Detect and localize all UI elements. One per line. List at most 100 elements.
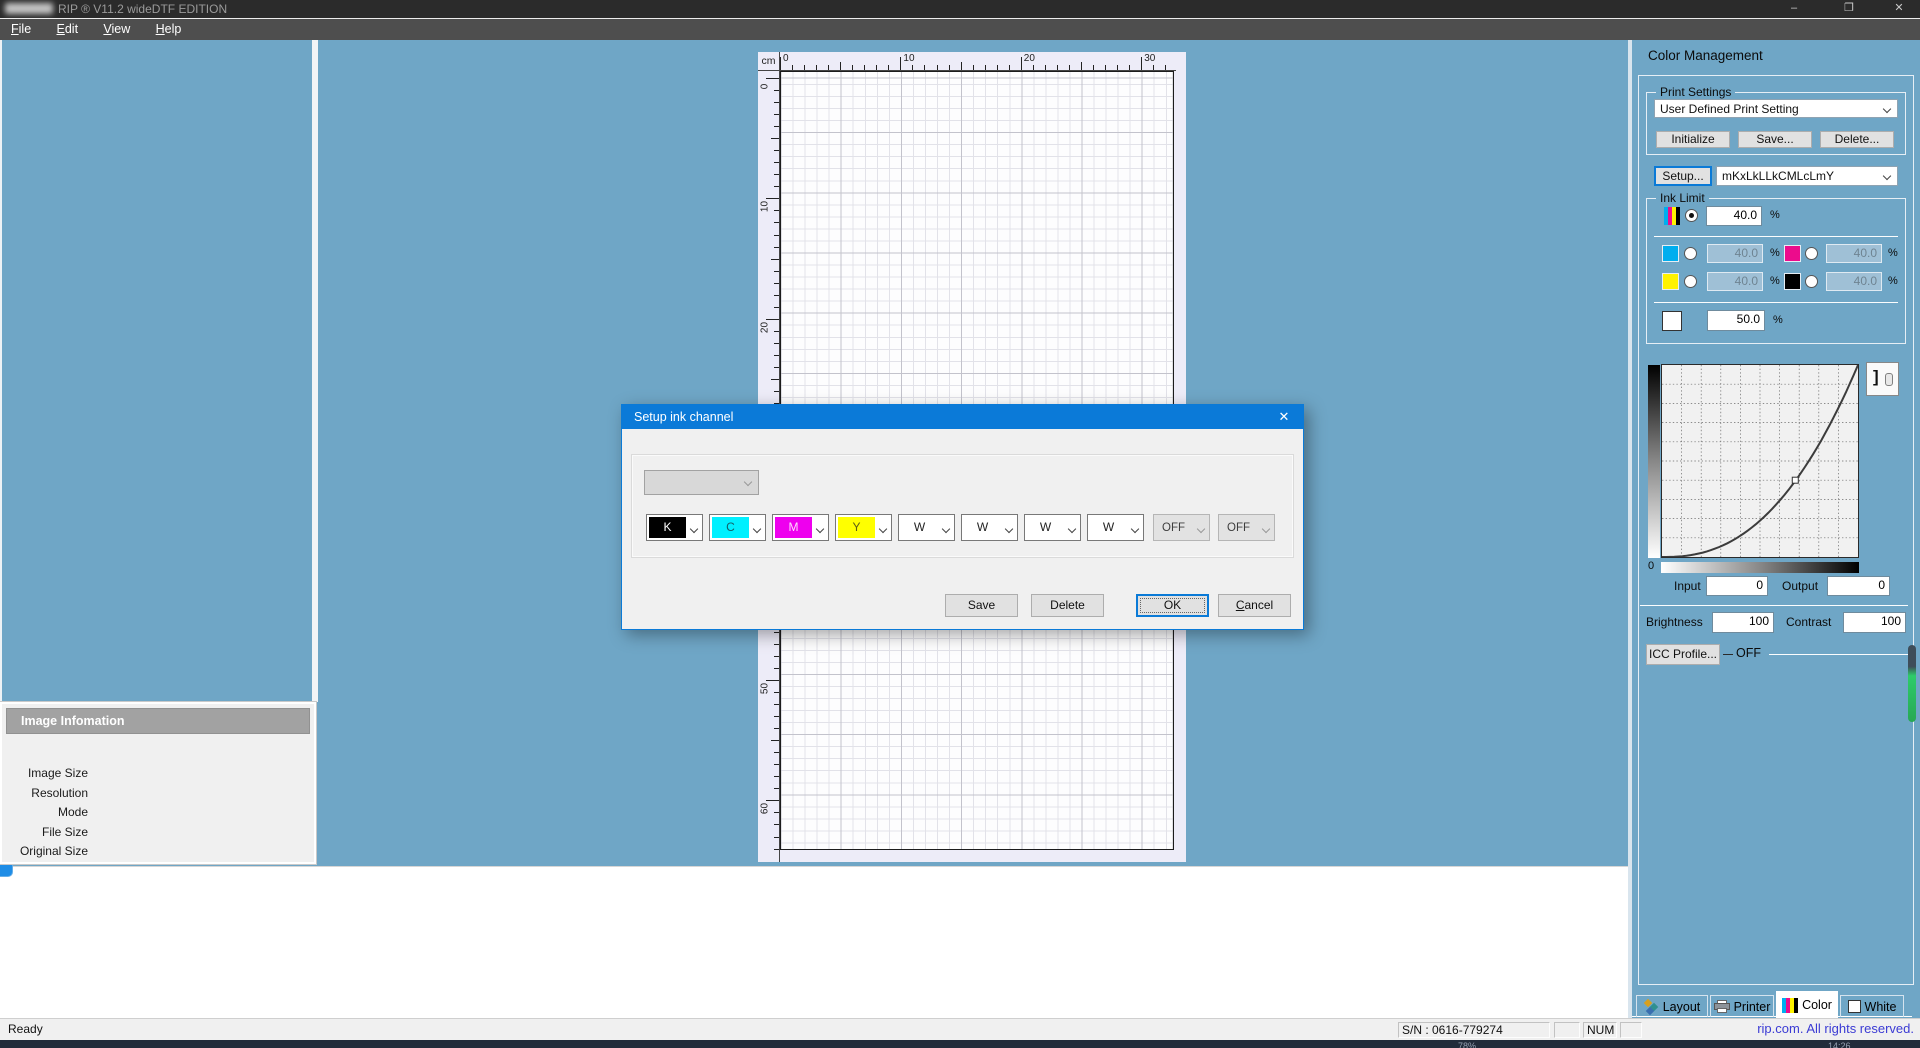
magenta-radio[interactable] (1805, 247, 1818, 260)
ruler-tick (1153, 65, 1154, 70)
ruler-tick (774, 788, 779, 789)
ruler-tick (774, 222, 779, 223)
ruler-tick (792, 65, 793, 70)
ruler-tick (774, 668, 779, 669)
status-ready: Ready (8, 1022, 43, 1036)
bracket-icon: ] (1873, 367, 1879, 387)
ruler-tick (876, 65, 877, 70)
tab-printer[interactable]: Printer (1710, 995, 1774, 1017)
close-button[interactable]: ✕ (1879, 0, 1919, 18)
ruler-tick (774, 126, 779, 127)
black-radio[interactable] (1805, 275, 1818, 288)
ink-channel-combo-4[interactable]: Y (835, 514, 892, 541)
print-setting-combo[interactable]: User Defined Print Setting (1654, 99, 1898, 118)
white-limit-field[interactable]: 50.0 (1707, 310, 1765, 331)
percent-label: % (1773, 314, 1783, 326)
ink-channel-combo-7[interactable]: W (1024, 514, 1081, 541)
ruler-tick (774, 812, 779, 813)
dialog-close-icon[interactable]: ✕ (1265, 405, 1303, 429)
ink-channel-combo-2[interactable]: C (709, 514, 766, 541)
tab-white[interactable]: White (1840, 995, 1904, 1017)
cancel-button[interactable]: Cancel (1218, 594, 1291, 617)
ink-limit-label: Ink Limit (1656, 192, 1709, 205)
brightness-field[interactable]: 100 (1712, 612, 1774, 633)
ruler-tick (771, 259, 779, 260)
restore-button[interactable]: ❐ (1829, 0, 1869, 18)
ruler-tick (771, 138, 779, 139)
taskbar-fragment: 78% (1458, 1041, 1476, 1048)
cyan-swatch (1662, 245, 1679, 262)
ruler-tick (973, 65, 974, 70)
app-logo-redacted (5, 3, 53, 14)
field-file-size: File Size (2, 823, 88, 843)
menu-file[interactable]: File (0, 19, 42, 40)
output-field[interactable]: 0 (1827, 576, 1890, 596)
separator (1654, 236, 1898, 237)
ruler-number: 50 (760, 682, 771, 696)
ruler-tick (771, 740, 779, 741)
curve-origin-label: 0 (1648, 560, 1654, 572)
yellow-radio[interactable] (1684, 275, 1697, 288)
delete-button[interactable]: Delete (1031, 594, 1104, 617)
ink-channel-combo-10[interactable]: OFF (1218, 514, 1275, 541)
ink-channel-combo-6[interactable]: W (961, 514, 1018, 541)
ruler-tick (774, 114, 779, 115)
chevron-down-icon (942, 524, 950, 532)
panel-scrollbar-thumb[interactable] (1908, 645, 1916, 722)
ruler-tick (774, 186, 779, 187)
all-ink-limit-field[interactable]: 40.0 (1706, 206, 1762, 226)
chevron-down-icon (690, 524, 698, 532)
ink-channel-combo-3[interactable]: M (772, 514, 829, 541)
ruler-number: 20 (760, 320, 771, 334)
tab-color[interactable]: Color (1776, 991, 1838, 1018)
curve-channel-button[interactable]: ] (1866, 362, 1899, 396)
ok-button[interactable]: OK (1136, 594, 1209, 617)
input-field[interactable]: 0 (1706, 576, 1768, 596)
menu-view[interactable]: View (92, 19, 141, 40)
chevron-down-icon (879, 524, 887, 532)
contrast-field[interactable]: 100 (1843, 612, 1906, 633)
minimize-button[interactable]: – (1774, 0, 1814, 18)
ink-channel-combo-9[interactable]: OFF (1153, 514, 1210, 541)
save-button[interactable]: Save (945, 594, 1018, 617)
ink-channel-combo-8[interactable]: W (1087, 514, 1144, 541)
all-channels-radio[interactable] (1685, 209, 1698, 222)
ruler-number: 60 (760, 802, 771, 816)
delete-setting-button[interactable]: Delete... (1820, 131, 1894, 148)
cmyk-all-channels-icon (1664, 207, 1680, 225)
menu-help[interactable]: Help (145, 19, 193, 40)
ruler-tick (774, 295, 779, 296)
image-information-fields: Image Size Resolution Mode File Size Ori… (2, 764, 88, 862)
chevron-down-icon (1262, 524, 1270, 532)
ruler-tick (774, 271, 779, 272)
ruler-tick (804, 65, 805, 70)
menu-edit[interactable]: Edit (46, 19, 90, 40)
tab-layout[interactable]: Layout (1636, 995, 1708, 1017)
ruler-tick (774, 644, 779, 645)
ruler-tick (1021, 57, 1022, 70)
ink-channel-combo-5[interactable]: W (898, 514, 955, 541)
magenta-limit-field: 40.0 (1826, 244, 1882, 263)
ruler-tick (774, 283, 779, 284)
ruler-tick (774, 343, 779, 344)
setup-ink-channel-button[interactable]: Setup... (1654, 166, 1712, 186)
ink-channel-combo-1[interactable]: K (646, 514, 703, 541)
status-cell (1620, 1022, 1642, 1038)
ink-channel-order-combo[interactable]: mKxLkLLkCMLcLmY (1716, 166, 1898, 186)
ruler-tick (997, 65, 998, 70)
yellow-swatch (1662, 273, 1679, 290)
percent-label: % (1770, 247, 1780, 259)
initialize-button[interactable]: Initialize (1656, 131, 1730, 148)
dialog-title[interactable]: Setup ink channel (622, 405, 1303, 429)
input-label: Input (1674, 579, 1701, 593)
tone-curve-graph[interactable] (1661, 364, 1859, 558)
white-swatch (1662, 311, 1682, 331)
panel-splitter[interactable] (312, 40, 318, 702)
cyan-radio[interactable] (1684, 247, 1697, 260)
menu-bar: File Edit View Help (0, 18, 1920, 40)
ruler-tick (774, 90, 779, 91)
ruler-tick (900, 57, 901, 70)
channel-preset-combo[interactable] (644, 470, 759, 495)
save-setting-button[interactable]: Save... (1738, 131, 1812, 148)
icc-profile-button[interactable]: ICC Profile... (1646, 644, 1720, 665)
